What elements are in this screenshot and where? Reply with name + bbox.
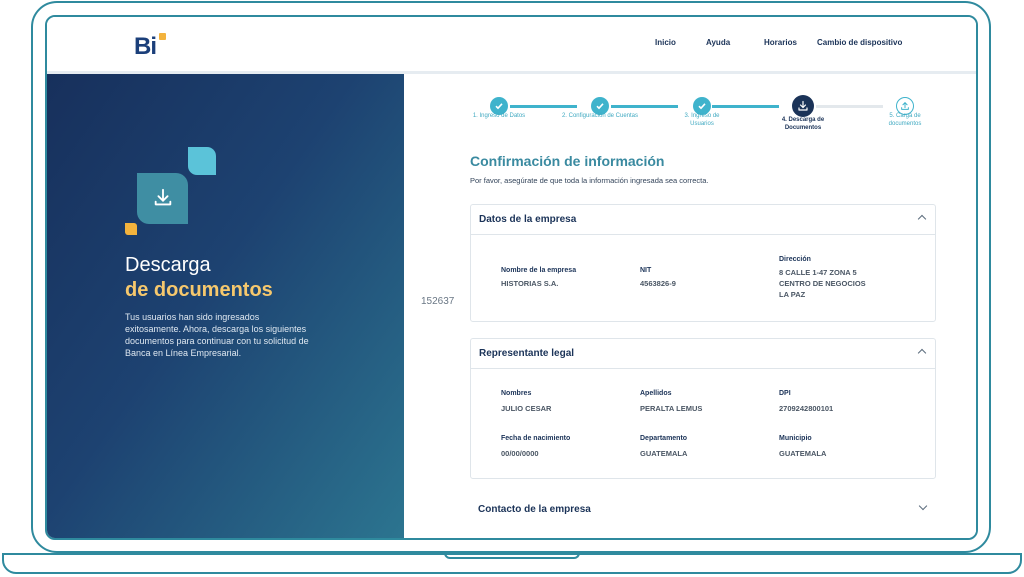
- nav-link-inicio[interactable]: Inicio: [655, 38, 676, 47]
- download-illustration: [137, 173, 188, 224]
- company-name-value: HISTORIAS S.A.: [501, 279, 559, 288]
- chevron-down-icon[interactable]: [918, 501, 928, 511]
- laptop-notch: [444, 553, 580, 559]
- chevron-up-icon[interactable]: [917, 214, 927, 224]
- page-title: Confirmación de información: [470, 153, 665, 169]
- nav-link-ayuda[interactable]: Ayuda: [706, 38, 730, 47]
- company-data-section: Datos de la empresa Nombre de la empresa…: [470, 204, 936, 322]
- nit-label: NIT: [640, 267, 652, 274]
- address-value: 8 CALLE 1-47 ZONA 5 CENTRO DE NEGOCIOS L…: [779, 268, 866, 299]
- department-value: GUATEMALA: [640, 449, 688, 458]
- company-data-header[interactable]: Datos de la empresa: [471, 205, 935, 235]
- section-title: Contacto de la empresa: [478, 504, 591, 515]
- municipality-label: Municipio: [779, 435, 812, 442]
- hero-title-line1: Descarga: [125, 254, 211, 276]
- check-icon: [495, 103, 503, 110]
- company-contact-header[interactable]: Contacto de la empresa: [470, 495, 936, 524]
- first-names-value: JULIO CESAR: [501, 404, 552, 413]
- first-names-label: Nombres: [501, 390, 532, 397]
- department-label: Departamento: [640, 435, 688, 442]
- birthdate-label: Fecha de nacimiento: [501, 435, 571, 442]
- hero-description: Tus usuarios han sido ingresados exitosa…: [125, 312, 309, 358]
- section-title: Datos de la empresa: [479, 214, 577, 225]
- page-subtitle: Por favor, asegúrate de que toda la info…: [470, 176, 709, 185]
- legal-rep-section: Representante legal Nombres JULIO CESAR …: [470, 338, 936, 479]
- address-label: Dirección: [779, 256, 811, 263]
- check-icon: [596, 103, 604, 110]
- decor-square-light: [188, 147, 216, 175]
- step-connector: [712, 105, 779, 108]
- download-icon: [798, 100, 808, 111]
- last-names-label: Apellidos: [640, 390, 672, 397]
- section-title: Representante legal: [479, 348, 575, 359]
- hero-title-line2: de documentos: [125, 279, 273, 301]
- main-content: 152637 1. Ingreso de Datos 2. Configurac…: [404, 74, 976, 538]
- download-icon: [154, 188, 172, 206]
- progress-stepper: 1. Ingreso de Datos 2. Configuración de …: [404, 74, 976, 154]
- logo-dot: [159, 33, 166, 40]
- step-connector: [510, 105, 577, 108]
- hero-panel: Descarga de documentos Tus usuarios han …: [47, 74, 404, 538]
- step-4-label: 4. Descarga de Documentos: [781, 117, 825, 131]
- company-name-label: Nombre de la empresa: [501, 267, 577, 274]
- step-2-label: 2. Configuración de Cuentas: [561, 113, 639, 119]
- company-contact-section: Contacto de la empresa: [470, 495, 936, 535]
- step-connector: [611, 105, 678, 108]
- nit-value: 4563826-9: [640, 279, 676, 288]
- dpi-value: 2709242800101: [779, 404, 834, 413]
- logo-text: Bi: [134, 33, 157, 60]
- legal-rep-header[interactable]: Representante legal: [471, 339, 935, 369]
- stray-number: 152637: [421, 296, 455, 307]
- step-5-label: 5. Carga de documentos: [888, 113, 922, 127]
- step-4-circle: [792, 95, 814, 117]
- birthdate-value: 00/00/0000: [501, 449, 539, 458]
- step-connector: [816, 105, 883, 108]
- upload-icon: [900, 101, 909, 110]
- dpi-label: DPI: [779, 390, 791, 397]
- decor-square-gold: [125, 223, 137, 235]
- bi-logo[interactable]: Bi: [134, 33, 168, 61]
- screen: Bi Inicio Ayuda Horarios Cambio de dispo…: [45, 15, 978, 540]
- step-3-label: 3. Ingreso de Usuarios: [684, 113, 720, 127]
- step-1-label: 1. Ingreso de Datos: [472, 113, 526, 119]
- top-navbar: Bi Inicio Ayuda Horarios Cambio de dispo…: [47, 17, 976, 74]
- chevron-up-icon[interactable]: [917, 348, 927, 358]
- nav-link-cambio-dispositivo[interactable]: Cambio de dispositivo: [817, 38, 902, 47]
- check-icon: [698, 103, 706, 110]
- municipality-value: GUATEMALA: [779, 449, 827, 458]
- last-names-value: PERALTA LEMUS: [640, 404, 703, 413]
- nav-link-horarios[interactable]: Horarios: [764, 38, 797, 47]
